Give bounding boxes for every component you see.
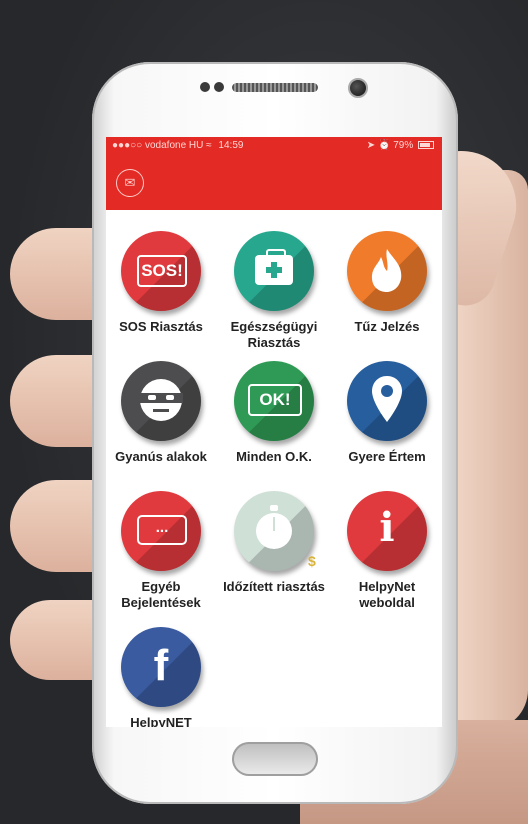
status-bar-right: ➤ ⏰ 79% [367, 140, 434, 151]
app-screen: ●●●○○ vodafone HU ≈ 14:59 ➤ ⏰ 79% ✉ SOS!… [106, 137, 442, 727]
sensor-dot [214, 82, 224, 92]
battery-label: 79% [393, 140, 414, 151]
tile-label: Egészségügyi Riasztás [230, 319, 318, 350]
tile-fire[interactable]: Tűz Jelzés [332, 231, 442, 335]
battery-icon [418, 141, 434, 150]
wifi-icon: ≈ [206, 140, 212, 151]
sos-bubble: SOS! [137, 255, 187, 287]
first-aid-kit-icon [234, 231, 314, 311]
tile-health[interactable]: Egészségügyi Riasztás [219, 231, 329, 351]
tile-all-ok[interactable]: OK! Minden O.K. [219, 361, 329, 465]
map-pin-icon [347, 361, 427, 441]
tile-label: Tűz Jelzés [354, 319, 420, 334]
clock: 14:59 [218, 140, 244, 151]
app-logo-icon[interactable]: ✉ [116, 169, 144, 197]
ok-bubble: OK! [248, 384, 302, 416]
tile-label: HelpyNET [130, 715, 192, 727]
facebook-glyph: f [153, 641, 169, 690]
message-icon: ... [121, 491, 201, 571]
tile-timed-alarm[interactable]: $ Időzített riasztás [219, 491, 329, 595]
burglar-mask-icon [121, 361, 201, 441]
sos-icon: SOS! [121, 231, 201, 311]
tile-label: Gyere Értem [348, 449, 426, 464]
tile-label: HelpyNet weboldal [358, 579, 416, 610]
status-bar-left: ●●●○○ vodafone HU ≈ 14:59 [112, 140, 243, 151]
facebook-icon: f [121, 627, 201, 707]
sensor-dot [200, 82, 210, 92]
fire-icon [347, 231, 427, 311]
stopwatch-icon [234, 491, 314, 571]
home-button[interactable] [232, 742, 318, 776]
tile-sos[interactable]: SOS! SOS Riasztás [106, 231, 216, 335]
tile-label: Egyéb Bejelentések [121, 579, 201, 610]
dots-bubble: ... [137, 515, 187, 545]
tile-label: Időzített riasztás [223, 579, 325, 594]
tile-website[interactable]: i HelpyNet weboldal [332, 491, 442, 611]
ok-bubble-icon: OK! [234, 361, 314, 441]
tile-label: Minden O.K. [236, 449, 312, 464]
info-icon: i [347, 491, 427, 571]
carrier-label: ●●●○○ vodafone HU [112, 140, 204, 151]
tile-suspicious[interactable]: Gyanús alakok [106, 361, 216, 465]
app-header: ●●●○○ vodafone HU ≈ 14:59 ➤ ⏰ 79% ✉ [106, 137, 442, 210]
earpiece-speaker [232, 83, 318, 92]
tile-facebook[interactable]: f HelpyNET [106, 627, 216, 727]
tile-label: Gyanús alakok [115, 449, 207, 464]
premium-dollar-icon: $ [308, 553, 316, 569]
alarm-icon: ⏰ [377, 140, 391, 151]
info-glyph: i [379, 504, 395, 551]
location-icon: ➤ [366, 140, 376, 151]
front-camera [348, 78, 368, 98]
tile-come-get-me[interactable]: Gyere Értem [332, 361, 442, 465]
tile-label: SOS Riasztás [119, 319, 203, 334]
tile-other-reports[interactable]: ... Egyéb Bejelentések [106, 491, 216, 611]
